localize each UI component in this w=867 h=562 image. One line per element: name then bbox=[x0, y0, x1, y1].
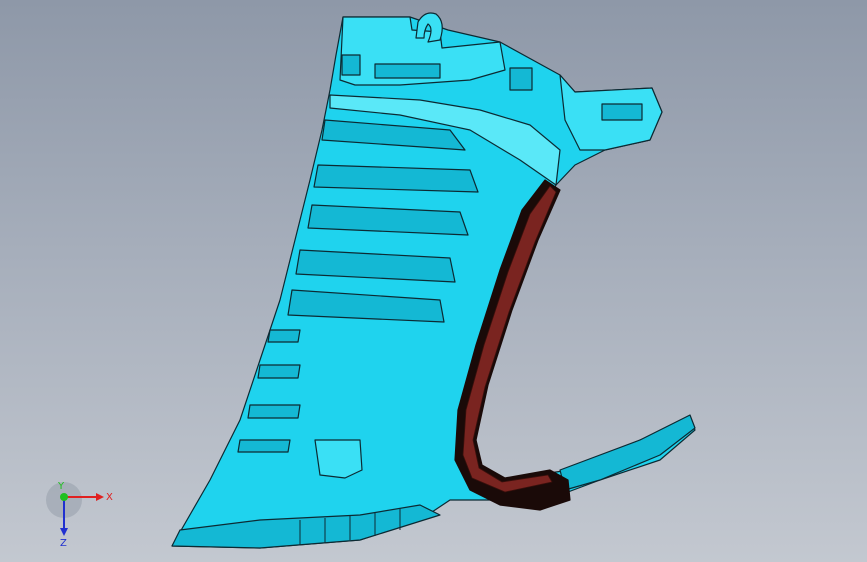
y-axis-dot bbox=[60, 493, 68, 501]
graphics-viewport[interactable]: X Y Z bbox=[0, 0, 867, 562]
lower-flange bbox=[559, 414, 696, 491]
rib bbox=[313, 164, 479, 193]
rib bbox=[267, 329, 301, 343]
y-axis-label: Y bbox=[57, 481, 65, 492]
z-axis-arrow bbox=[60, 528, 68, 536]
axis-triad[interactable]: X Y Z bbox=[44, 480, 124, 550]
right-tab-slot bbox=[601, 103, 643, 121]
z-axis-label: Z bbox=[60, 538, 67, 549]
bracket-clip bbox=[341, 54, 361, 76]
clip-box bbox=[509, 67, 533, 91]
lower-clip bbox=[314, 439, 363, 479]
bracket-slot bbox=[374, 63, 441, 79]
rib bbox=[237, 439, 291, 453]
trim-panel-model[interactable] bbox=[0, 0, 867, 562]
x-axis-label: X bbox=[106, 492, 113, 503]
x-axis-arrow bbox=[96, 493, 104, 501]
rib bbox=[257, 364, 301, 379]
rib bbox=[247, 404, 301, 419]
